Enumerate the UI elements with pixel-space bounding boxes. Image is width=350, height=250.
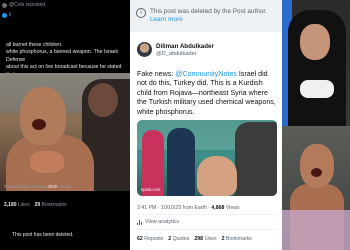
- left-bookmarks-count: 29: [34, 202, 41, 208]
- author-handle[interactable]: @D_abdulkader: [156, 51, 197, 57]
- deleted-notice: This post has been deleted.: [12, 232, 74, 238]
- quotes-label: Quotes: [172, 236, 190, 242]
- notice-text: This post was deleted by the Post author…: [150, 8, 278, 24]
- reposts-label: Reposts: [144, 236, 164, 242]
- learn-more-link[interactable]: Learn more: [150, 16, 183, 23]
- left-likes-count: 2,180: [4, 202, 17, 208]
- info-icon: i: [136, 8, 146, 18]
- author-avatar[interactable]: [137, 42, 152, 57]
- right-bottom-photo: [282, 126, 350, 250]
- likes-label: Likes: [204, 236, 217, 242]
- media-person-middle: [167, 128, 195, 196]
- left-meta-location: from Istanbul, Türkiye: [4, 184, 47, 189]
- photo-gloves: [300, 80, 334, 98]
- right-top-photo: [282, 0, 350, 126]
- quotes-stat[interactable]: 2 Quotes: [168, 236, 189, 242]
- divider: [137, 214, 277, 215]
- bookmarks-stat[interactable]: 2 Bookmarks: [222, 236, 252, 242]
- media-person-right: [235, 122, 277, 196]
- center-tweet-panel: i This post was deleted by the Post auth…: [130, 0, 282, 250]
- tweet-prefix: Fake news:: [137, 70, 176, 78]
- reposts-stat[interactable]: 62 Reposts: [137, 236, 163, 242]
- left-tweet-panel: @Cole reposted k all burnet these childr…: [0, 0, 130, 250]
- tweet-stats: 62 Reposts 2 Quotes 298 Likes 2 Bookmark…: [137, 236, 252, 242]
- left-likes-label: Likes: [17, 202, 30, 208]
- photo-child-mouth: [311, 168, 322, 177]
- left-meta-views: 253K: [47, 184, 58, 189]
- notice-message: This post was deleted by the Post author…: [150, 8, 267, 15]
- left-tweet-stats: 2,180 Likes 29 Bookmarks: [4, 202, 67, 208]
- likes-count: 298: [194, 236, 203, 242]
- photo-child-wrap: [282, 210, 350, 250]
- likes-stat[interactable]: 298 Likes: [194, 236, 216, 242]
- tweet-media-photo[interactable]: npost.com: [137, 120, 277, 196]
- analytics-label: View analytics: [145, 219, 180, 225]
- verified-badge-icon: [2, 12, 7, 18]
- photo-child-face: [300, 144, 334, 188]
- author-name[interactable]: Diliman Abdulkader: [156, 43, 214, 50]
- photo-adult-head: [88, 83, 118, 117]
- photo-child-burn: [30, 151, 64, 173]
- repost-label: @Cole reposted: [9, 2, 46, 8]
- deleted-post-notice: i This post was deleted by the Post auth…: [130, 0, 282, 32]
- repost-avatar: [2, 2, 7, 8]
- views-label: Views: [225, 205, 240, 211]
- right-photo-panel: [282, 0, 350, 250]
- left-likes-stat[interactable]: 2,180 Likes: [4, 202, 30, 208]
- left-bookmarks-label: Bookmarks: [41, 202, 67, 208]
- community-notes-mention[interactable]: @CommunityNotes: [175, 70, 237, 78]
- left-meta-views-label: Views: [58, 184, 71, 189]
- bookmarks-label: Bookmarks: [225, 236, 252, 242]
- photo-child-head: [20, 87, 66, 145]
- tweet-timestamp: 2:41 PM · 10/10/23 from Earth · 4,868 Vi…: [137, 205, 240, 211]
- views-count: 4,868: [211, 205, 225, 211]
- repost-indicator: @Cole reposted: [2, 2, 45, 8]
- tweet-text: Fake news: @CommunityNotes Israel did no…: [137, 70, 277, 117]
- media-watermark: npost.com: [141, 187, 161, 192]
- left-author-handle[interactable]: k: [2, 12, 12, 18]
- view-analytics-link[interactable]: View analytics: [137, 219, 179, 225]
- left-tweet-photo[interactable]: [0, 73, 130, 191]
- bookmarks-count: 2: [221, 236, 225, 242]
- divider: [137, 229, 277, 230]
- timestamp-text: 2:41 PM · 10/10/23 from Earth ·: [137, 205, 212, 211]
- reposts-count: 62: [137, 236, 143, 242]
- left-tweet-meta: from Istanbul, Türkiye 253K Views: [4, 184, 71, 189]
- left-bookmarks-stat[interactable]: 29 Bookmarks: [35, 202, 67, 208]
- quotes-count: 2: [168, 236, 172, 242]
- photo-man-face: [300, 24, 330, 60]
- analytics-icon: [137, 219, 142, 225]
- photo-child-mouth: [32, 119, 46, 130]
- media-child: [197, 156, 237, 196]
- left-handle-text: k: [9, 12, 12, 18]
